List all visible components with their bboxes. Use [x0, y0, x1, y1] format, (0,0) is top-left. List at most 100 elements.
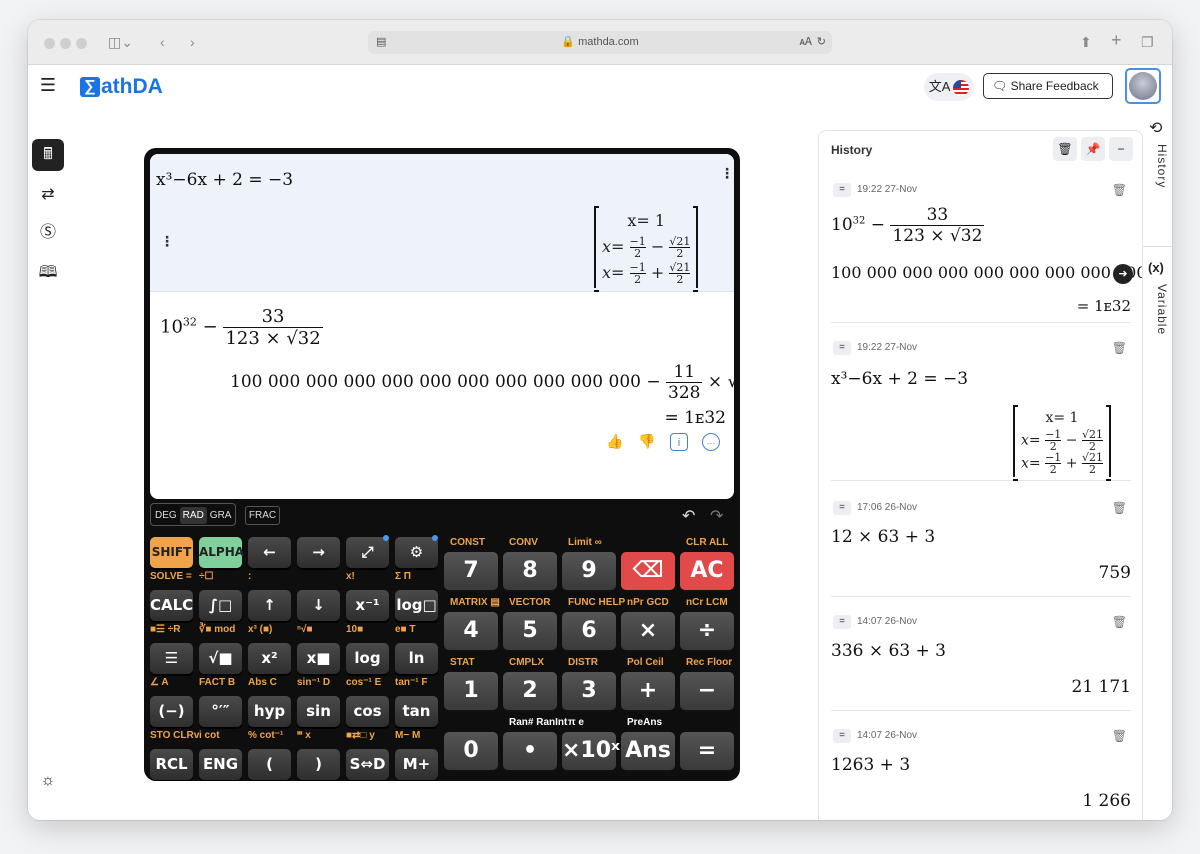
back-icon[interactable]: ‹ [160, 32, 165, 52]
user-avatar[interactable] [1125, 68, 1161, 104]
minimize-panel-button[interactable]: − [1109, 137, 1133, 161]
key-left-2-4[interactable]: log [346, 643, 389, 674]
key-left-2-2[interactable]: x² [248, 643, 291, 674]
key-right-3-1[interactable]: • [503, 732, 557, 770]
key-right-2-4[interactable]: − [680, 672, 734, 710]
key-right-0-1[interactable]: 8 [503, 552, 557, 590]
history-entry[interactable]: = 17:06 26-Nov 🗑 12 × 63 + 3 759 [831, 501, 1131, 597]
key-left-3-0[interactable]: (−) [150, 696, 193, 727]
redo-icon[interactable]: ↷ [710, 506, 723, 526]
trash-icon[interactable]: 🗑 [1112, 341, 1127, 355]
key-left-1-1[interactable]: ∫□ [199, 590, 242, 621]
key-right-0-2[interactable]: 9 [562, 552, 616, 590]
entry-menu-icon[interactable]: ⋮ [720, 166, 734, 180]
new-tab-icon[interactable]: + [1111, 30, 1122, 50]
key-left-0-2[interactable]: ← [248, 537, 291, 568]
reload-icon[interactable]: ↻ [817, 31, 826, 54]
trash-icon[interactable]: 🗑 [1112, 729, 1127, 743]
key-left-1-5[interactable]: log□ [395, 590, 438, 621]
mode-frac[interactable]: FRAC [244, 506, 281, 525]
key-left-2-5[interactable]: ln [395, 643, 438, 674]
key-right-3-3[interactable]: Ans [621, 732, 675, 770]
share-icon[interactable]: ⬆ [1080, 32, 1092, 52]
entry-drag-icon[interactable]: ⋮ [160, 234, 174, 248]
key-right-0-0[interactable]: 7 [444, 552, 498, 590]
info-icon[interactable]: i [670, 433, 688, 451]
key-left-1-0[interactable]: CALC [150, 590, 193, 621]
history-entry[interactable]: = 19:22 27-Nov 🗑 1032 − 33 123 × √32 100 … [831, 183, 1142, 323]
currency-icon[interactable]: Ⓢ [32, 217, 64, 249]
mode-deg[interactable]: DEG [152, 507, 180, 524]
more-icon[interactable]: ··· [702, 433, 720, 451]
key-right-2-3[interactable]: + [621, 672, 675, 710]
tab-history[interactable]: History [1147, 144, 1169, 188]
key-right-2-1[interactable]: 2 [503, 672, 557, 710]
key-left-4-2[interactable]: ( [248, 749, 291, 780]
key-left-1-3[interactable]: ↓ [297, 590, 340, 621]
app-logo[interactable]: ∑ athDA [80, 75, 163, 99]
book-icon[interactable]: 🕮 [32, 257, 64, 289]
minimize-window-button[interactable] [60, 38, 71, 49]
display-entry-equation[interactable]: x³−6x + 2 = −3 ⋮ ⋮ x= 1 x= −1 2 − √21 2 x=… [150, 154, 734, 292]
clear-history-button[interactable]: 🗑 [1053, 137, 1077, 161]
key-left-0-0[interactable]: SHIFT [150, 537, 193, 568]
forward-icon[interactable]: › [190, 32, 195, 52]
key-right-1-3[interactable]: × [621, 612, 675, 650]
key-left-4-0[interactable]: RCL [150, 749, 193, 780]
page-menu-icon[interactable]: ▤ [376, 31, 386, 54]
key-left-3-3[interactable]: sin [297, 696, 340, 727]
key-left-2-0[interactable]: ☰ [150, 643, 193, 674]
trash-icon[interactable]: 🗑 [1112, 183, 1127, 197]
maximize-window-button[interactable] [76, 38, 87, 49]
mode-gra[interactable]: GRA [207, 507, 235, 524]
history-icon[interactable]: ⟲ [1149, 118, 1162, 138]
thumbs-up-icon[interactable]: 👍 [606, 432, 624, 450]
key-right-1-1[interactable]: 5 [503, 612, 557, 650]
key-left-0-1[interactable]: ALPHA [199, 537, 244, 568]
key-right-2-2[interactable]: 3 [562, 672, 616, 710]
thumbs-down-icon[interactable]: 👎 [638, 432, 656, 450]
key-left-3-1[interactable]: °′″ [199, 696, 242, 727]
history-entry[interactable]: = 19:22 27-Nov 🗑 x³−6x + 2 = −3 x= 1 x= … [831, 341, 1131, 481]
key-right-0-4[interactable]: AC [680, 552, 734, 590]
key-left-0-3[interactable]: → [297, 537, 340, 568]
variable-icon[interactable]: (x) [1148, 260, 1164, 275]
address-bar[interactable]: ▤ 🔒 mathda.com 🗚 ↻ [368, 31, 832, 54]
key-left-4-3[interactable]: ) [297, 749, 340, 780]
key-left-0-4[interactable]: ⤢ [346, 537, 389, 568]
menu-icon[interactable]: ☰ [32, 69, 64, 101]
trash-icon[interactable]: 🗑 [1112, 501, 1127, 515]
key-left-3-4[interactable]: cos [346, 696, 389, 727]
sun-icon[interactable]: ☼ [32, 765, 64, 797]
tab-variable[interactable]: Variable [1147, 284, 1169, 335]
key-right-3-2[interactable]: ×10ˣ [562, 732, 620, 770]
key-right-1-2[interactable]: 6 [562, 612, 616, 650]
sidebar-toggle-icon[interactable]: ◫⌄ [108, 32, 133, 52]
share-feedback-button[interactable]: 🗨 Share Feedback [983, 73, 1113, 99]
tab-overview-icon[interactable]: ❐ [1141, 32, 1154, 52]
trash-icon[interactable]: 🗑 [1112, 615, 1127, 629]
key-right-2-0[interactable]: 1 [444, 672, 498, 710]
key-right-3-0[interactable]: 0 [444, 732, 498, 770]
key-right-1-4[interactable]: ÷ [680, 612, 734, 650]
close-window-button[interactable] [44, 38, 55, 49]
pin-button[interactable]: 📌 [1081, 137, 1105, 161]
key-left-0-5[interactable]: ⚙ [395, 537, 438, 568]
key-left-2-1[interactable]: √■ [199, 643, 242, 674]
key-right-3-4[interactable]: = [680, 732, 734, 770]
key-left-1-4[interactable]: x⁻¹ [346, 590, 389, 621]
arrow-right-icon[interactable]: ➜ [1113, 264, 1133, 284]
undo-icon[interactable]: ↶ [682, 506, 695, 526]
key-left-4-4[interactable]: S⇔D [346, 749, 389, 780]
key-left-2-3[interactable]: x■ [297, 643, 340, 674]
key-right-0-3[interactable]: ⌫ [621, 552, 675, 590]
key-right-1-0[interactable]: 4 [444, 612, 498, 650]
mode-rad[interactable]: RAD [179, 507, 207, 524]
key-left-3-2[interactable]: hyp [248, 696, 291, 727]
language-selector[interactable]: 文A [924, 73, 974, 101]
calculator-icon[interactable]: 🖩 [32, 139, 64, 171]
key-left-4-1[interactable]: ENG [199, 749, 242, 780]
translate-icon[interactable]: 🗚 [800, 31, 812, 54]
key-left-3-5[interactable]: tan [395, 696, 438, 727]
history-entry[interactable]: = 14:07 26-Nov 🗑 336 × 63 + 3 21 171 [831, 615, 1131, 711]
